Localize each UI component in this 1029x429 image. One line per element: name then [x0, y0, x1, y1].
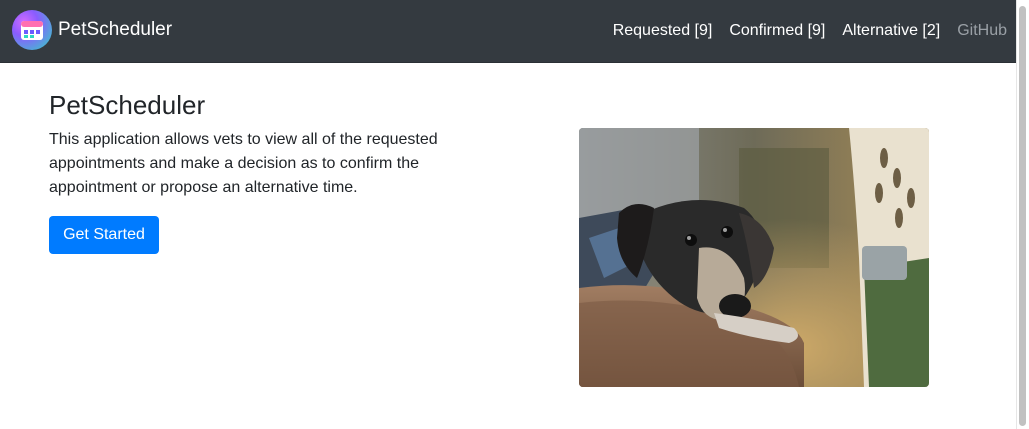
brand-name: PetScheduler: [58, 19, 173, 40]
page-scrollbar[interactable]: [1016, 0, 1029, 429]
get-started-button[interactable]: Get Started: [49, 216, 159, 254]
nav-links: Requested [9] Confirmed [9] Alternative …: [596, 0, 1007, 62]
nav-link-confirmed[interactable]: Confirmed [9]: [729, 22, 825, 40]
calendar-icon: [12, 10, 52, 50]
nav-link-github[interactable]: GitHub: [957, 22, 1007, 40]
nav-link-alternative[interactable]: Alternative [2]: [842, 22, 940, 40]
brand-link[interactable]: PetScheduler: [12, 9, 172, 51]
scrollbar-thumb[interactable]: [1019, 6, 1026, 426]
dog-photo-icon: [579, 128, 929, 387]
nav-link-requested[interactable]: Requested [9]: [613, 22, 713, 40]
page-title: PetScheduler: [49, 90, 206, 120]
page-description: This application allows vets to view all…: [49, 131, 438, 196]
top-navbar: PetScheduler Requested [9] Confirmed [9]…: [0, 0, 1017, 63]
